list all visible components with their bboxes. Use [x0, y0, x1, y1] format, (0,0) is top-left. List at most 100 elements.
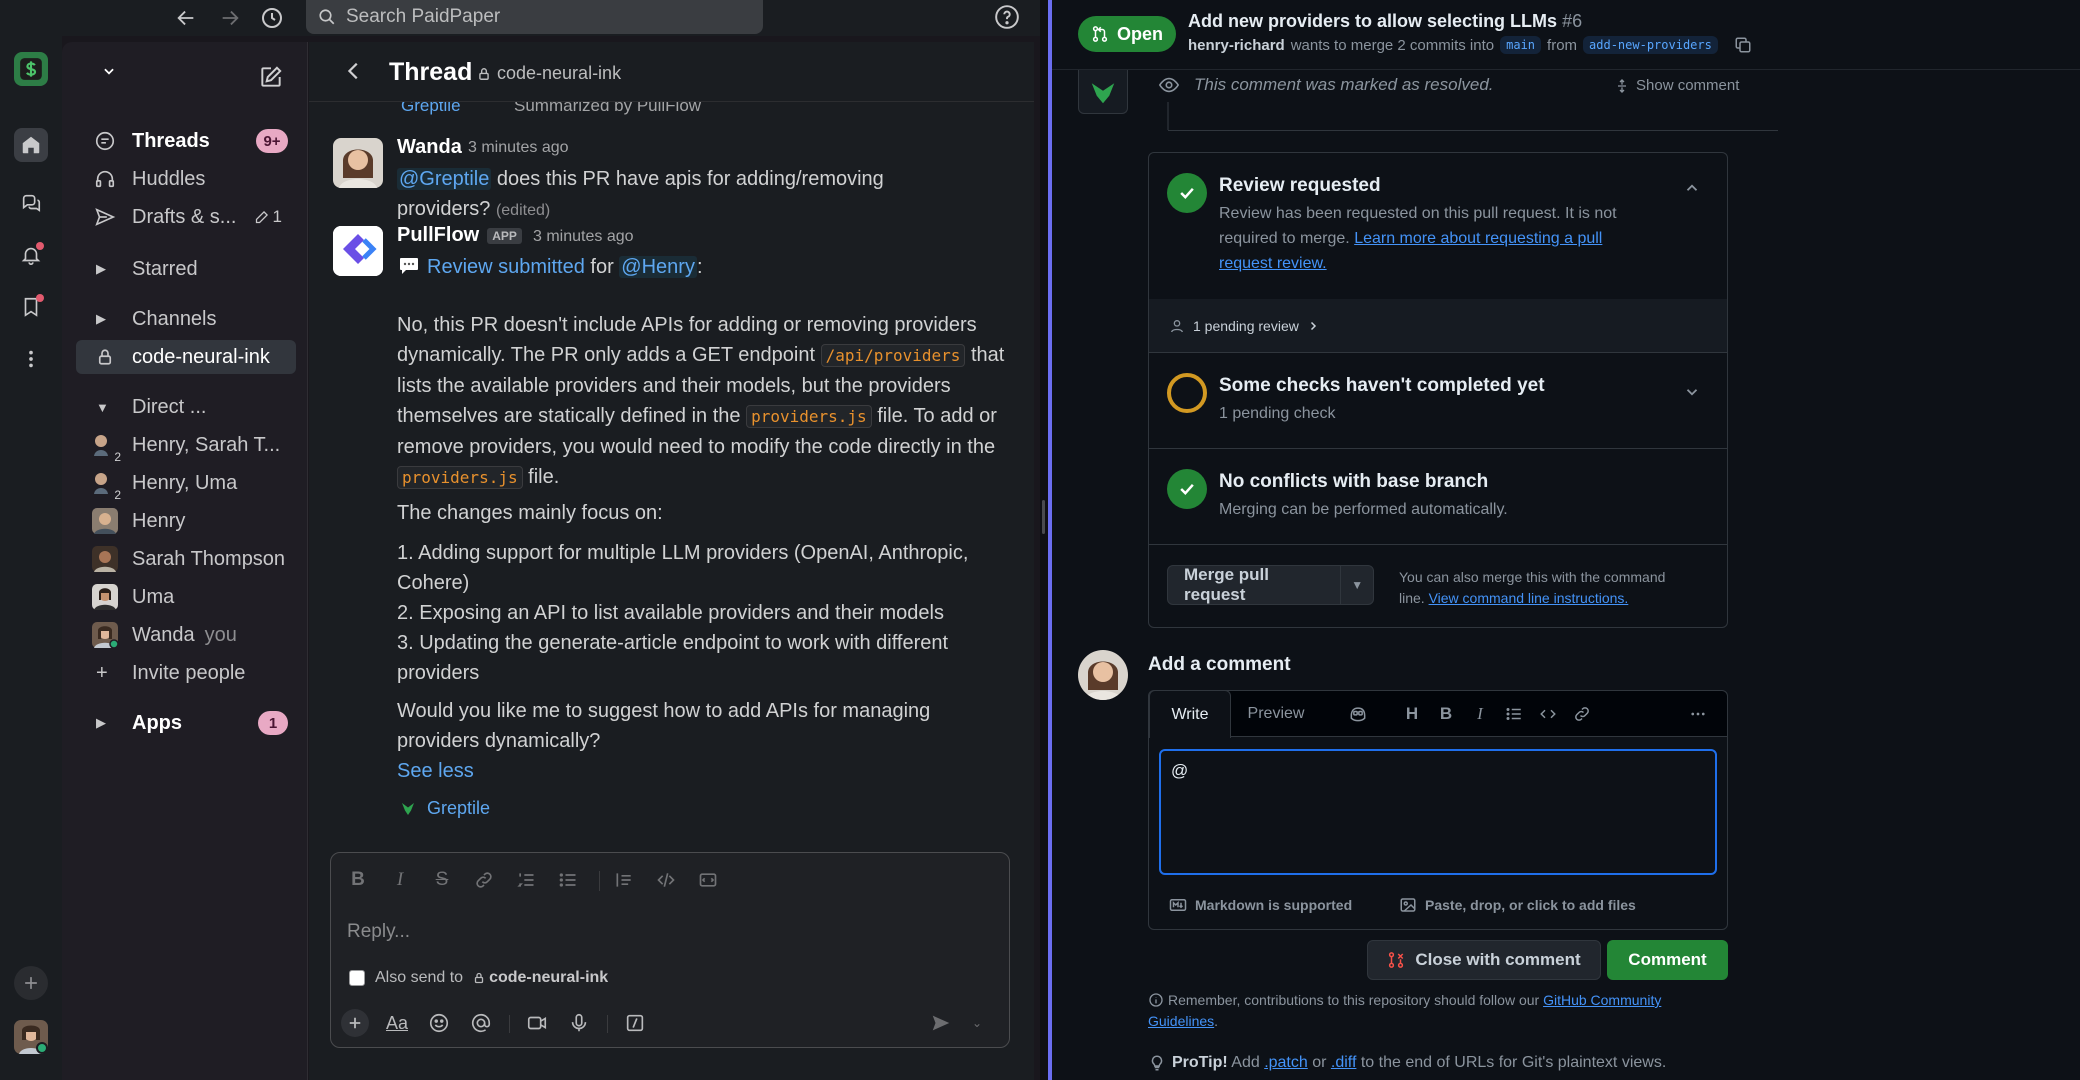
add-workspace-icon[interactable] — [14, 966, 48, 1000]
message-author[interactable]: Wanda — [397, 136, 462, 159]
back-arrow-icon[interactable] — [172, 4, 200, 32]
tab-preview[interactable]: Preview — [1233, 691, 1319, 737]
compose-icon[interactable] — [258, 64, 286, 92]
mention-icon[interactable] — [467, 1009, 495, 1037]
sidebar-section-direct[interactable]: ▼ Direct ... — [76, 390, 296, 424]
microphone-icon[interactable] — [565, 1009, 593, 1037]
send-icon[interactable] — [927, 1009, 955, 1037]
message-time[interactable]: 3 minutes ago — [468, 139, 569, 157]
dm-uma[interactable]: Uma — [76, 580, 296, 614]
ordered-list-icon[interactable] — [513, 867, 539, 893]
sidebar-section-apps[interactable]: ▶ Apps 1 — [76, 706, 296, 740]
user-avatar[interactable] — [14, 1020, 48, 1054]
mention-henry[interactable]: @Henry — [619, 256, 697, 278]
pr-author[interactable]: henry-richard — [1188, 37, 1285, 54]
help-icon[interactable] — [994, 4, 1022, 32]
pullflow-logo-icon[interactable] — [333, 226, 383, 276]
tab-write[interactable]: Write — [1149, 690, 1231, 738]
home-icon[interactable] — [14, 128, 48, 162]
chevron-down-icon[interactable] — [1683, 383, 1703, 403]
video-icon[interactable] — [523, 1009, 551, 1037]
attach-files-button[interactable]: Paste, drop, or click to add files — [1399, 896, 1636, 914]
bold-button[interactable]: B — [1433, 701, 1459, 727]
sidebar-item-huddles[interactable]: Huddles — [76, 162, 296, 196]
history-clock-icon[interactable] — [258, 4, 286, 32]
comment-textarea[interactable]: @ — [1159, 749, 1717, 875]
link-icon[interactable] — [471, 867, 497, 893]
list-icon[interactable] — [1501, 701, 1527, 727]
dm-wanda[interactable]: Wanda you — [76, 618, 296, 652]
close-with-comment-button[interactable]: Close with comment — [1367, 940, 1601, 980]
sidebar-item-threads[interactable]: Threads 9+ — [76, 124, 296, 158]
slash-command-icon[interactable] — [621, 1009, 649, 1037]
split-divider[interactable] — [1040, 0, 1048, 1080]
italic-button[interactable]: I — [1467, 701, 1493, 727]
more-icon[interactable] — [14, 342, 48, 376]
dm-henry-uma[interactable]: 2 Henry, Uma — [76, 466, 296, 502]
plus-icon[interactable] — [341, 1009, 369, 1037]
checks-section[interactable]: Some checks haven't completed yet 1 pend… — [1149, 353, 1727, 449]
more-options-icon[interactable] — [1685, 701, 1711, 727]
code-icon[interactable] — [653, 867, 679, 893]
merge-options-caret-icon[interactable]: ▼ — [1341, 578, 1373, 592]
workspace-logo-icon[interactable] — [14, 52, 48, 86]
back-chevron-icon[interactable] — [343, 60, 367, 84]
sidebar-item-drafts[interactable]: Drafts & s... 1 — [76, 200, 296, 234]
blockquote-icon[interactable] — [611, 867, 637, 893]
markdown-supported-link[interactable]: Markdown is supported — [1169, 896, 1352, 914]
dm-henry[interactable]: Henry — [76, 504, 296, 538]
dms-icon[interactable] — [14, 186, 48, 220]
copilot-icon[interactable] — [1345, 701, 1371, 727]
avatar[interactable] — [1078, 650, 1128, 700]
also-send-option[interactable]: Also send to code-neural-ink — [349, 969, 608, 987]
comment-button[interactable]: Comment — [1607, 940, 1728, 980]
greptile-footer[interactable]: Greptile — [399, 798, 490, 819]
command-line-link[interactable]: View command line instructions. — [1429, 590, 1629, 606]
reply-input[interactable]: Reply... — [347, 921, 410, 943]
strikethrough-button[interactable]: S — [429, 867, 455, 893]
avatar[interactable] — [333, 138, 383, 188]
code-icon[interactable] — [1535, 701, 1561, 727]
later-bookmark-icon[interactable] — [14, 290, 48, 324]
split-grip[interactable] — [1042, 500, 1045, 534]
link-icon[interactable] — [1569, 701, 1595, 727]
base-branch[interactable]: main — [1500, 36, 1542, 54]
dm-henry-sarah[interactable]: 2 Henry, Sarah T... — [76, 428, 296, 464]
pending-review-row[interactable]: 1 pending review — [1149, 299, 1727, 353]
search-input[interactable]: Search PaidPaper — [306, 0, 763, 34]
italic-button[interactable]: I — [387, 867, 413, 893]
community-guidelines-link-cont[interactable]: Guidelines — [1148, 1013, 1214, 1029]
sidebar-section-starred[interactable]: ▶ Starred — [76, 252, 296, 286]
community-guidelines-link[interactable]: GitHub Community — [1543, 992, 1661, 1008]
mention-greptile[interactable]: @Greptile — [397, 168, 492, 190]
formatting-icon[interactable]: Aa — [383, 1009, 411, 1037]
show-comment-button[interactable]: Show comment — [1614, 77, 1739, 94]
also-send-checkbox[interactable] — [349, 970, 365, 986]
heading-button[interactable]: H — [1399, 701, 1425, 727]
learn-more-link-cont[interactable]: request review. — [1219, 255, 1327, 272]
dm-sarah-thompson[interactable]: Sarah Thompson — [76, 542, 296, 576]
copy-icon[interactable] — [1734, 36, 1752, 54]
invite-people-link[interactable]: + Invite people — [76, 656, 296, 690]
head-branch[interactable]: add-new-providers — [1583, 36, 1718, 54]
bold-button[interactable]: B — [345, 867, 371, 893]
message-author[interactable]: PullFlow APP — [397, 224, 522, 247]
sidebar-item-code-neural-ink[interactable]: code-neural-ink — [76, 340, 296, 374]
patch-link[interactable]: .patch — [1264, 1054, 1308, 1071]
thread-channel[interactable]: code-neural-ink — [477, 63, 621, 84]
greptile-link[interactable]: Greptile — [401, 102, 461, 116]
chevron-up-icon[interactable] — [1683, 179, 1703, 199]
merge-pull-request-button[interactable]: Merge pull request — [1168, 565, 1342, 604]
see-less-link[interactable]: See less — [397, 756, 474, 786]
learn-more-link[interactable]: Learn more about requesting a pull — [1354, 230, 1602, 247]
code-block-icon[interactable] — [695, 867, 721, 893]
workspace-switcher[interactable] — [92, 64, 116, 78]
forward-arrow-icon[interactable] — [216, 4, 244, 32]
sidebar-section-channels[interactable]: ▶ Channels — [76, 302, 296, 336]
bullet-list-icon[interactable] — [555, 867, 581, 893]
activity-bell-icon[interactable] — [14, 238, 48, 272]
send-options-chevron-icon[interactable]: ⌄ — [963, 1009, 991, 1037]
diff-link[interactable]: .diff — [1331, 1054, 1357, 1071]
message-time[interactable]: 3 minutes ago — [533, 228, 634, 246]
emoji-icon[interactable] — [425, 1009, 453, 1037]
